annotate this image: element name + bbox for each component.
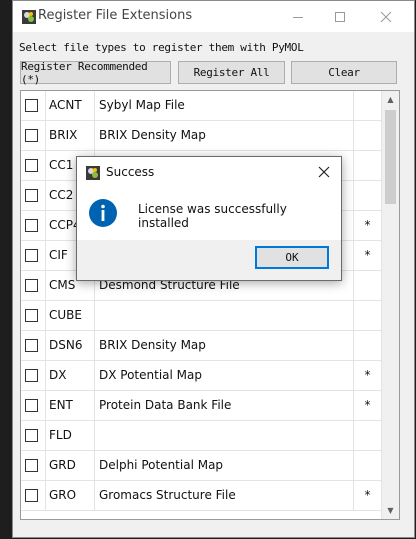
description-cell: BRIX Density Map: [95, 331, 354, 360]
table-row: GRD Delphi Potential Map: [21, 451, 381, 481]
scroll-thumb[interactable]: [385, 110, 396, 204]
vertical-scrollbar[interactable]: ▲ ▼: [381, 91, 399, 519]
recommended-marker: *: [364, 248, 371, 262]
row-checkbox[interactable]: [25, 159, 38, 172]
table-row: DSN6 BRIX Density Map: [21, 331, 381, 361]
row-checkbox[interactable]: [25, 279, 38, 292]
recommended-marker: *: [364, 488, 371, 502]
table-row: ENT Protein Data Bank File *: [21, 391, 381, 421]
dialog-body: License was successfully installed: [77, 188, 341, 240]
file-type-table: ACNT Sybyl Map File BRIX BRIX Density Ma…: [20, 90, 400, 520]
row-checkbox[interactable]: [25, 219, 38, 232]
scroll-down-icon[interactable]: ▼: [382, 502, 399, 519]
row-checkbox[interactable]: [25, 489, 38, 502]
description-cell: Protein Data Bank File: [95, 391, 354, 420]
recommended-marker: [354, 421, 381, 450]
extension-cell: DX: [45, 361, 95, 390]
dialog-title: Success: [106, 165, 155, 179]
table-row: DX DX Potential Map *: [21, 361, 381, 391]
recommended-marker: *: [364, 218, 371, 232]
description-cell: [95, 421, 354, 450]
recommended-marker: [354, 271, 381, 300]
recommended-marker: [354, 91, 381, 120]
description-cell: DX Potential Map: [95, 361, 354, 390]
register-all-button[interactable]: Register All: [178, 61, 285, 84]
recommended-marker: [354, 151, 381, 180]
instruction-text: Select file types to register them with …: [19, 41, 304, 54]
extension-cell: FLD: [45, 421, 95, 450]
row-checkbox[interactable]: [25, 429, 38, 442]
maximize-icon[interactable]: [317, 1, 363, 32]
clear-button[interactable]: Clear: [291, 61, 397, 84]
row-checkbox[interactable]: [25, 189, 38, 202]
extension-cell: GRO: [45, 481, 95, 510]
recommended-marker: *: [364, 368, 371, 382]
table-row: ACNT Sybyl Map File: [21, 91, 381, 121]
row-checkbox[interactable]: [25, 129, 38, 142]
pymol-app-icon: [85, 165, 101, 181]
recommended-marker: [354, 451, 381, 480]
dialog-message: License was successfully installed: [138, 202, 287, 230]
title-bar: Register File Extensions: [13, 1, 414, 32]
description-cell: Gromacs Structure File: [95, 481, 354, 510]
info-icon: [88, 198, 118, 228]
window-title: Register File Extensions: [38, 8, 193, 23]
recommended-marker: [354, 301, 381, 330]
table-row: CUBE: [21, 301, 381, 331]
close-icon[interactable]: [363, 1, 409, 32]
row-checkbox[interactable]: [25, 399, 38, 412]
extension-cell: DSN6: [45, 331, 95, 360]
register-recommended-button[interactable]: Register Recommended (*): [20, 60, 171, 86]
description-cell: Delphi Potential Map: [95, 451, 354, 480]
row-checkbox[interactable]: [25, 369, 38, 382]
scroll-up-icon[interactable]: ▲: [382, 91, 399, 108]
success-dialog: Success License was successfully install…: [76, 156, 342, 281]
pymol-app-icon: [21, 9, 37, 25]
background-terminal: [0, 0, 12, 539]
table-row: BRIX BRIX Density Map: [21, 121, 381, 151]
ok-button[interactable]: OK: [255, 246, 329, 269]
table-row: GRO Gromacs Structure File *: [21, 481, 381, 511]
row-checkbox[interactable]: [25, 339, 38, 352]
extension-cell: ENT: [45, 391, 95, 420]
description-cell: Sybyl Map File: [95, 91, 354, 120]
extension-cell: GRD: [45, 451, 95, 480]
close-icon[interactable]: [313, 161, 335, 183]
recommended-marker: [354, 331, 381, 360]
table-row: FLD: [21, 421, 381, 451]
row-checkbox[interactable]: [25, 249, 38, 262]
minimize-icon[interactable]: [275, 1, 321, 32]
description-cell: [95, 301, 354, 330]
dialog-title-bar: Success: [77, 157, 341, 188]
row-checkbox[interactable]: [25, 99, 38, 112]
recommended-marker: [354, 181, 381, 210]
description-cell: BRIX Density Map: [95, 121, 354, 150]
recommended-marker: *: [364, 398, 371, 412]
row-checkbox[interactable]: [25, 459, 38, 472]
row-checkbox[interactable]: [25, 309, 38, 322]
recommended-marker: [354, 121, 381, 150]
extension-cell: BRIX: [45, 121, 95, 150]
extension-cell: ACNT: [45, 91, 95, 120]
extension-cell: CUBE: [45, 301, 95, 330]
